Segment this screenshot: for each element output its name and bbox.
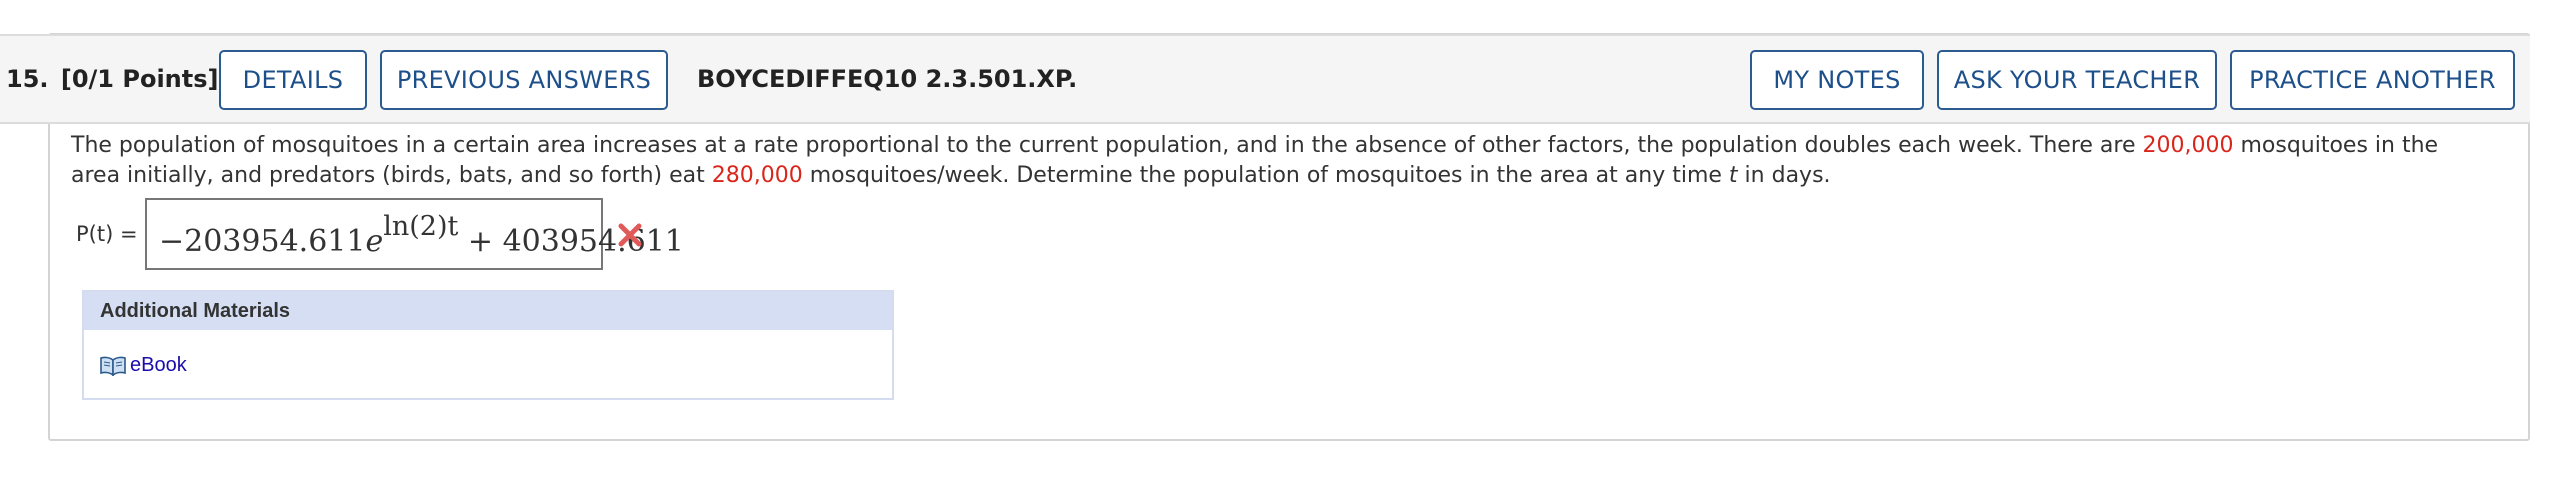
practice-another-button[interactable]: PRACTICE ANOTHER [2230,50,2515,110]
answer-base: e [365,224,384,259]
answer-exponent: ln(2)t [383,211,459,242]
previous-answers-button[interactable]: PREVIOUS ANSWERS [380,50,668,110]
additional-materials-heading: Additional Materials [84,292,892,330]
ask-your-teacher-button[interactable]: ASK YOUR TEACHER [1937,50,2217,110]
incorrect-x-icon [618,223,642,247]
question-text-part: mosquitoes/week. Determine the populatio… [802,163,1729,188]
additional-materials-panel: Additional Materials eBook [82,290,894,400]
answer-input[interactable]: −203954.611eln(2)t + 403954.611 [145,198,684,270]
answer-label: P(t) = [76,222,138,246]
question-text: The population of mosquitoes in a certai… [71,131,2491,191]
question-text-part: The population of mosquitoes in a certai… [71,133,2143,158]
my-notes-button[interactable]: MY NOTES [1750,50,1924,110]
answer-expression: −203954.611eln(2)t + 403954.611 [159,211,684,259]
answer-constant: + 403954.611 [467,224,684,259]
ebook-link[interactable]: eBook [100,354,187,377]
answer-coefficient: −203954.611 [159,224,366,259]
eaten-per-week-value: 280,000 [711,163,803,188]
initial-population-value: 200,000 [2142,133,2234,158]
question-number: 15. [6,65,49,93]
details-button[interactable]: DETAILS [219,50,367,110]
question-number-points: 15. [0/1 Points] [6,65,218,93]
book-icon [100,356,126,376]
question-header: 15. [0/1 Points] DETAILS PREVIOUS ANSWER… [0,34,2530,124]
ebook-label: eBook [130,354,187,376]
question-id: BOYCEDIFFEQ10 2.3.501.XP. [697,65,1078,93]
question-text-part: in days. [1737,163,1831,188]
time-variable: t [1728,163,1738,188]
points-badge: [0/1 Points] [60,65,219,93]
